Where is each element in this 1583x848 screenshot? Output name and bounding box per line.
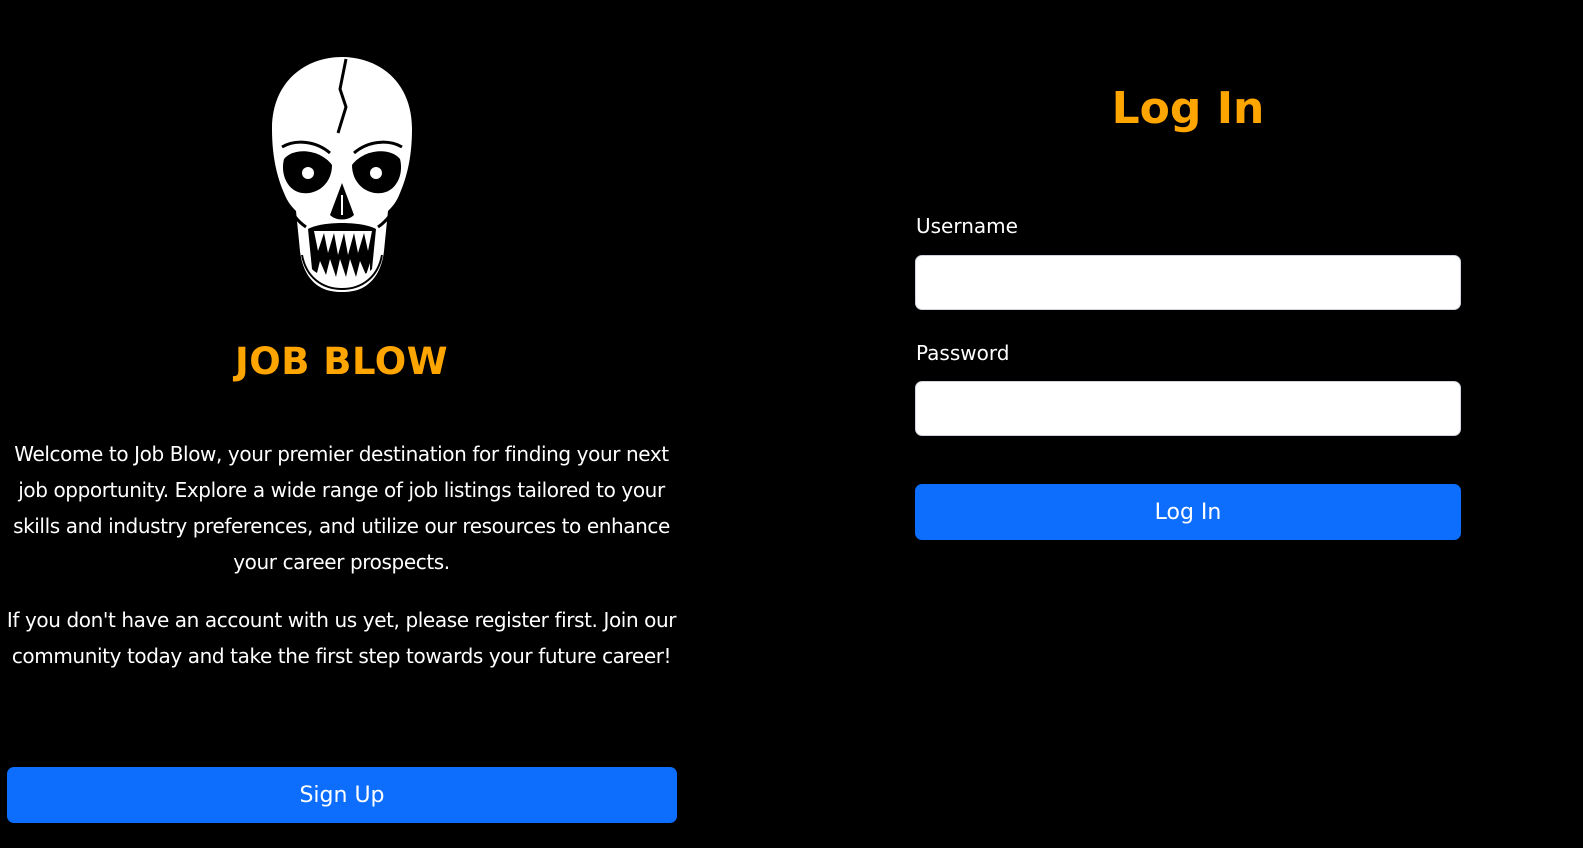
- login-form: Log In Username Password Log In: [683, 0, 1583, 848]
- register-prompt: If you don't have an account with us yet…: [6, 608, 677, 668]
- log-in-button[interactable]: Log In: [915, 484, 1461, 540]
- password-label: Password: [916, 341, 1010, 365]
- skull-icon: [266, 55, 418, 295]
- sign-up-button[interactable]: Sign Up: [7, 767, 677, 823]
- brand-title: JOB BLOW: [234, 340, 449, 383]
- login-page: JOB BLOW Welcome to Job Blow, your premi…: [0, 0, 1583, 848]
- login-title: Log In: [1111, 83, 1265, 134]
- intro-paragraph: Welcome to Job Blow, your premier destin…: [13, 442, 670, 574]
- password-input[interactable]: [915, 381, 1461, 436]
- username-input[interactable]: [915, 255, 1461, 310]
- username-label: Username: [916, 214, 1018, 238]
- welcome-panel: JOB BLOW Welcome to Job Blow, your premi…: [0, 0, 683, 848]
